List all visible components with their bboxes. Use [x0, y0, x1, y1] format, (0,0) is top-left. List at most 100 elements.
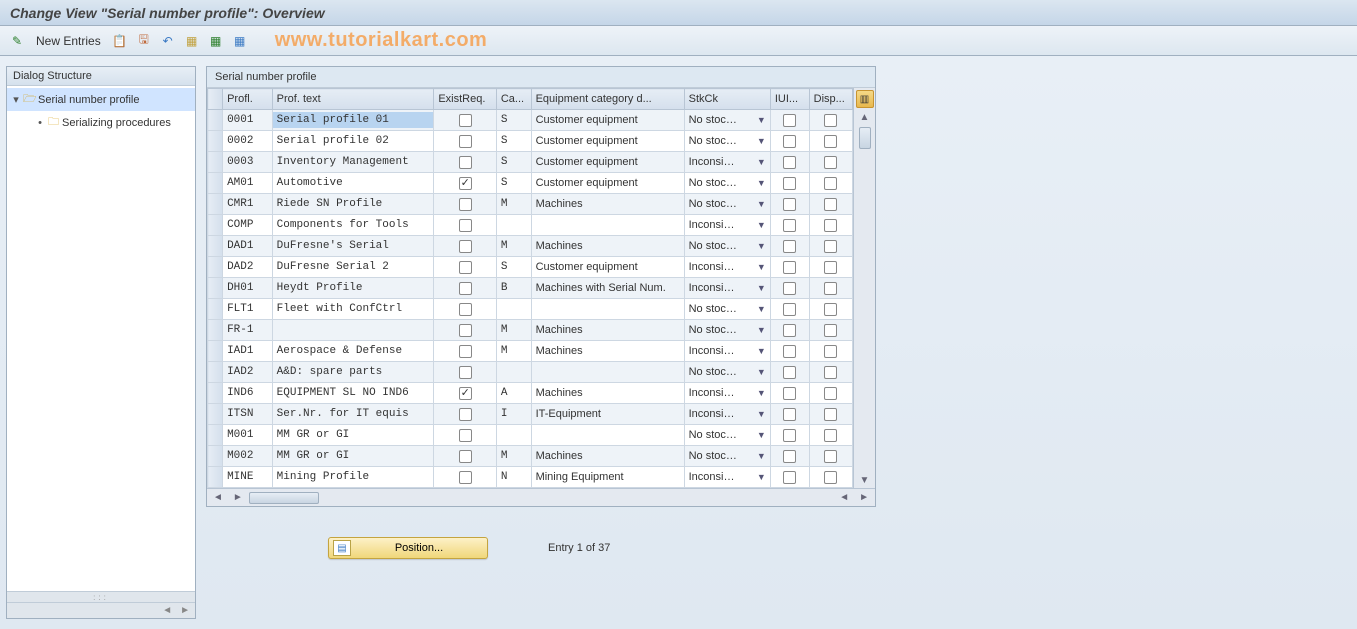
row-selector[interactable]: [208, 467, 223, 488]
scroll-right-icon[interactable]: ►: [177, 605, 193, 616]
iui-checkbox[interactable]: [783, 324, 796, 337]
copy-icon[interactable]: 📋: [111, 32, 129, 50]
row-selector[interactable]: [208, 446, 223, 467]
scroll-left-icon[interactable]: ◄: [209, 492, 227, 503]
deselect-all-icon[interactable]: ▦: [231, 32, 249, 50]
cell-cat-desc[interactable]: Machines: [532, 322, 684, 338]
cell-prof-text[interactable]: Serial profile 02: [273, 133, 434, 149]
disp-checkbox[interactable]: [824, 156, 837, 169]
row-selector[interactable]: [208, 152, 223, 173]
stkck-dropdown[interactable]: Inconsi…▼: [685, 471, 770, 483]
existreq-checkbox[interactable]: [459, 408, 472, 421]
stkck-dropdown[interactable]: No stoc…▼: [685, 450, 770, 462]
splitter-handle[interactable]: :::: [7, 591, 195, 602]
cell-cat-desc[interactable]: Machines: [532, 385, 684, 401]
cell-profl[interactable]: IND6: [223, 385, 272, 401]
cell-cat-desc[interactable]: [532, 223, 684, 227]
iui-checkbox[interactable]: [783, 471, 796, 484]
stkck-dropdown[interactable]: Inconsi…▼: [685, 219, 770, 231]
stkck-dropdown[interactable]: No stoc…▼: [685, 240, 770, 252]
cell-cat[interactable]: [497, 223, 531, 227]
disp-checkbox[interactable]: [824, 240, 837, 253]
col-existreq[interactable]: ExistReq.: [434, 89, 497, 110]
stkck-dropdown[interactable]: Inconsi…▼: [685, 261, 770, 273]
iui-checkbox[interactable]: [783, 240, 796, 253]
cell-cat[interactable]: S: [497, 154, 531, 170]
disp-checkbox[interactable]: [824, 219, 837, 232]
existreq-checkbox[interactable]: [459, 156, 472, 169]
cell-prof-text[interactable]: Ser.Nr. for IT equis: [273, 406, 434, 422]
col-iui[interactable]: IUI...: [770, 89, 809, 110]
cell-cat-desc[interactable]: Machines: [532, 343, 684, 359]
cell-profl[interactable]: 0003: [223, 154, 272, 170]
iui-checkbox[interactable]: [783, 303, 796, 316]
cell-cat-desc[interactable]: Customer equipment: [532, 112, 684, 128]
cell-profl[interactable]: 0001: [223, 112, 272, 128]
cell-profl[interactable]: IAD1: [223, 343, 272, 359]
existreq-checkbox[interactable]: [459, 429, 472, 442]
cell-cat-desc[interactable]: Customer equipment: [532, 259, 684, 275]
cell-prof-text[interactable]: Components for Tools: [273, 217, 434, 233]
cell-profl[interactable]: FLT1: [223, 301, 272, 317]
cell-cat[interactable]: B: [497, 280, 531, 296]
iui-checkbox[interactable]: [783, 198, 796, 211]
stkck-dropdown[interactable]: No stoc…▼: [685, 177, 770, 189]
cell-cat-desc[interactable]: Mining Equipment: [532, 469, 684, 485]
stkck-dropdown[interactable]: No stoc…▼: [685, 198, 770, 210]
cell-cat-desc[interactable]: Machines: [532, 196, 684, 212]
existreq-checkbox[interactable]: [459, 240, 472, 253]
row-selector[interactable]: [208, 173, 223, 194]
cell-prof-text[interactable]: Serial profile 01: [273, 112, 434, 128]
col-cat-desc[interactable]: Equipment category d...: [531, 89, 684, 110]
cell-prof-text[interactable]: [273, 328, 434, 332]
cell-profl[interactable]: IAD2: [223, 364, 272, 380]
existreq-checkbox[interactable]: [459, 303, 472, 316]
cell-cat[interactable]: M: [497, 343, 531, 359]
cell-prof-text[interactable]: Fleet with ConfCtrl: [273, 301, 434, 317]
scroll-up-icon[interactable]: ▲: [858, 110, 872, 125]
col-prof-text[interactable]: Prof. text: [272, 89, 434, 110]
row-selector[interactable]: [208, 341, 223, 362]
cell-profl[interactable]: AM01: [223, 175, 272, 191]
cell-profl[interactable]: M002: [223, 448, 272, 464]
stkck-dropdown[interactable]: Inconsi…▼: [685, 408, 770, 420]
cell-prof-text[interactable]: EQUIPMENT SL NO IND6: [273, 385, 434, 401]
cell-profl[interactable]: DH01: [223, 280, 272, 296]
disp-checkbox[interactable]: [824, 135, 837, 148]
configure-columns-icon[interactable]: ▥: [856, 90, 874, 108]
stkck-dropdown[interactable]: Inconsi…▼: [685, 387, 770, 399]
cell-profl[interactable]: COMP: [223, 217, 272, 233]
cell-cat[interactable]: M: [497, 238, 531, 254]
iui-checkbox[interactable]: [783, 156, 796, 169]
cell-profl[interactable]: 0002: [223, 133, 272, 149]
cell-prof-text[interactable]: Inventory Management: [273, 154, 434, 170]
stkck-dropdown[interactable]: Inconsi…▼: [685, 282, 770, 294]
iui-checkbox[interactable]: [783, 114, 796, 127]
position-button[interactable]: ▤ Position...: [328, 537, 488, 559]
hscroll-thumb[interactable]: [249, 492, 319, 504]
tree-node-serializing-procedures[interactable]: • 🗀 Serializing procedures: [7, 111, 195, 134]
cell-cat-desc[interactable]: [532, 433, 684, 437]
cell-prof-text[interactable]: Mining Profile: [273, 469, 434, 485]
cell-prof-text[interactable]: A&D: spare parts: [273, 364, 434, 380]
iui-checkbox[interactable]: [783, 135, 796, 148]
cell-profl[interactable]: ITSN: [223, 406, 272, 422]
existreq-checkbox[interactable]: [459, 177, 472, 190]
iui-checkbox[interactable]: [783, 282, 796, 295]
row-selector[interactable]: [208, 299, 223, 320]
row-selector[interactable]: [208, 362, 223, 383]
col-profl[interactable]: Profl.: [223, 89, 273, 110]
cell-prof-text[interactable]: DuFresne's Serial: [273, 238, 434, 254]
select-block-icon[interactable]: ▦: [207, 32, 225, 50]
cell-prof-text[interactable]: DuFresne Serial 2: [273, 259, 434, 275]
disp-checkbox[interactable]: [824, 198, 837, 211]
cell-cat[interactable]: N: [497, 469, 531, 485]
disp-checkbox[interactable]: [824, 345, 837, 358]
iui-checkbox[interactable]: [783, 450, 796, 463]
stkck-dropdown[interactable]: No stoc…▼: [685, 429, 770, 441]
cell-cat-desc[interactable]: [532, 370, 684, 374]
save-icon[interactable]: 🖫: [135, 32, 153, 50]
row-selector[interactable]: [208, 425, 223, 446]
scroll-right-end-icon[interactable]: ►: [855, 492, 873, 503]
disp-checkbox[interactable]: [824, 450, 837, 463]
